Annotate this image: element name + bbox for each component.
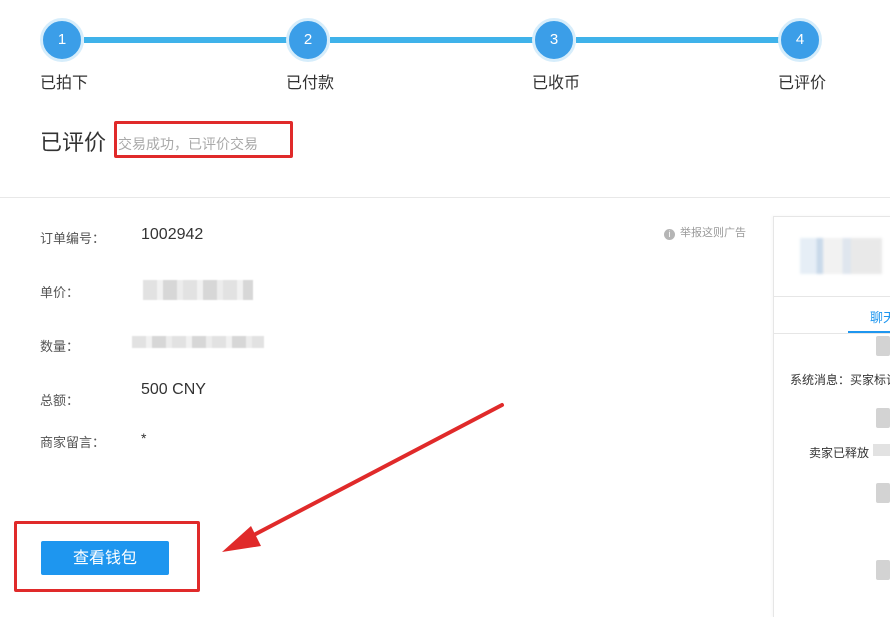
seller-avatar — [800, 238, 882, 274]
annotation-arrow — [222, 403, 504, 552]
tab-chat[interactable]: 聊天 — [870, 307, 890, 326]
chat-avatar-placeholder — [876, 560, 890, 580]
chat-seller-message: 卖家已释放 — [809, 446, 870, 460]
chat-redacted-text — [873, 444, 890, 456]
chat-tab-separator — [774, 333, 890, 334]
chat-avatar-placeholder — [876, 408, 890, 428]
chat-header-separator — [774, 296, 890, 297]
chat-avatar-placeholder — [876, 483, 890, 503]
chat-panel — [773, 216, 890, 617]
chat-system-message: 系统消息：买家标记 — [790, 373, 890, 387]
chat-avatar-placeholder — [876, 336, 890, 356]
